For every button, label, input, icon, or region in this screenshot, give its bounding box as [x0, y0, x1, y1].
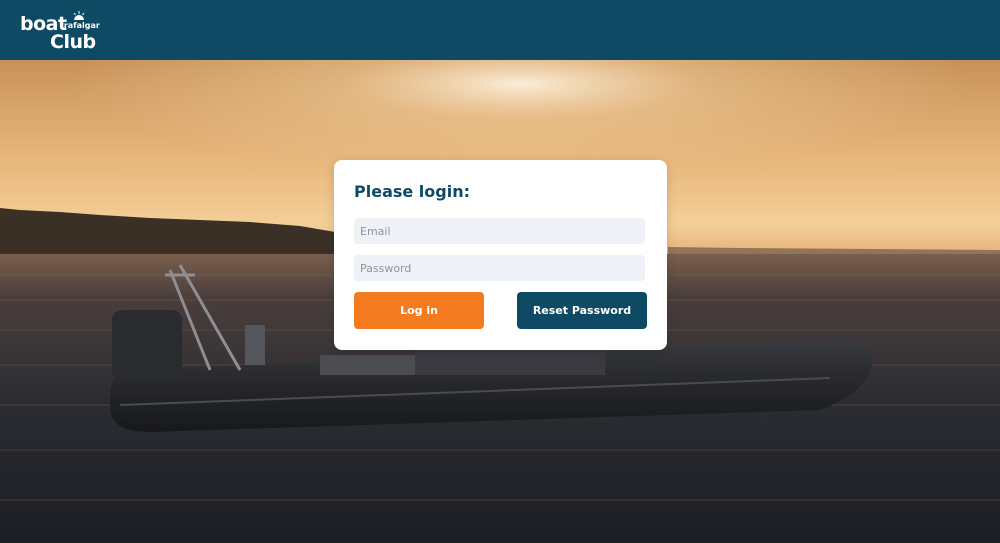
logo-tagline: trafalgar	[60, 21, 100, 30]
logo-word-club: Club	[50, 31, 96, 53]
sun-icon	[73, 11, 85, 20]
boat-club-logo[interactable]: boat trafalgar Club	[20, 9, 100, 53]
login-title: Please login:	[354, 182, 471, 201]
password-field[interactable]	[354, 255, 645, 281]
login-button[interactable]: Log in	[354, 292, 484, 329]
reset-password-button[interactable]: Reset Password	[517, 292, 647, 329]
email-field[interactable]	[354, 218, 645, 244]
top-bar: boat trafalgar Club	[0, 0, 1000, 60]
button-row: Log in Reset Password	[354, 292, 647, 329]
login-card: Please login: Log in Reset Password	[334, 160, 667, 350]
